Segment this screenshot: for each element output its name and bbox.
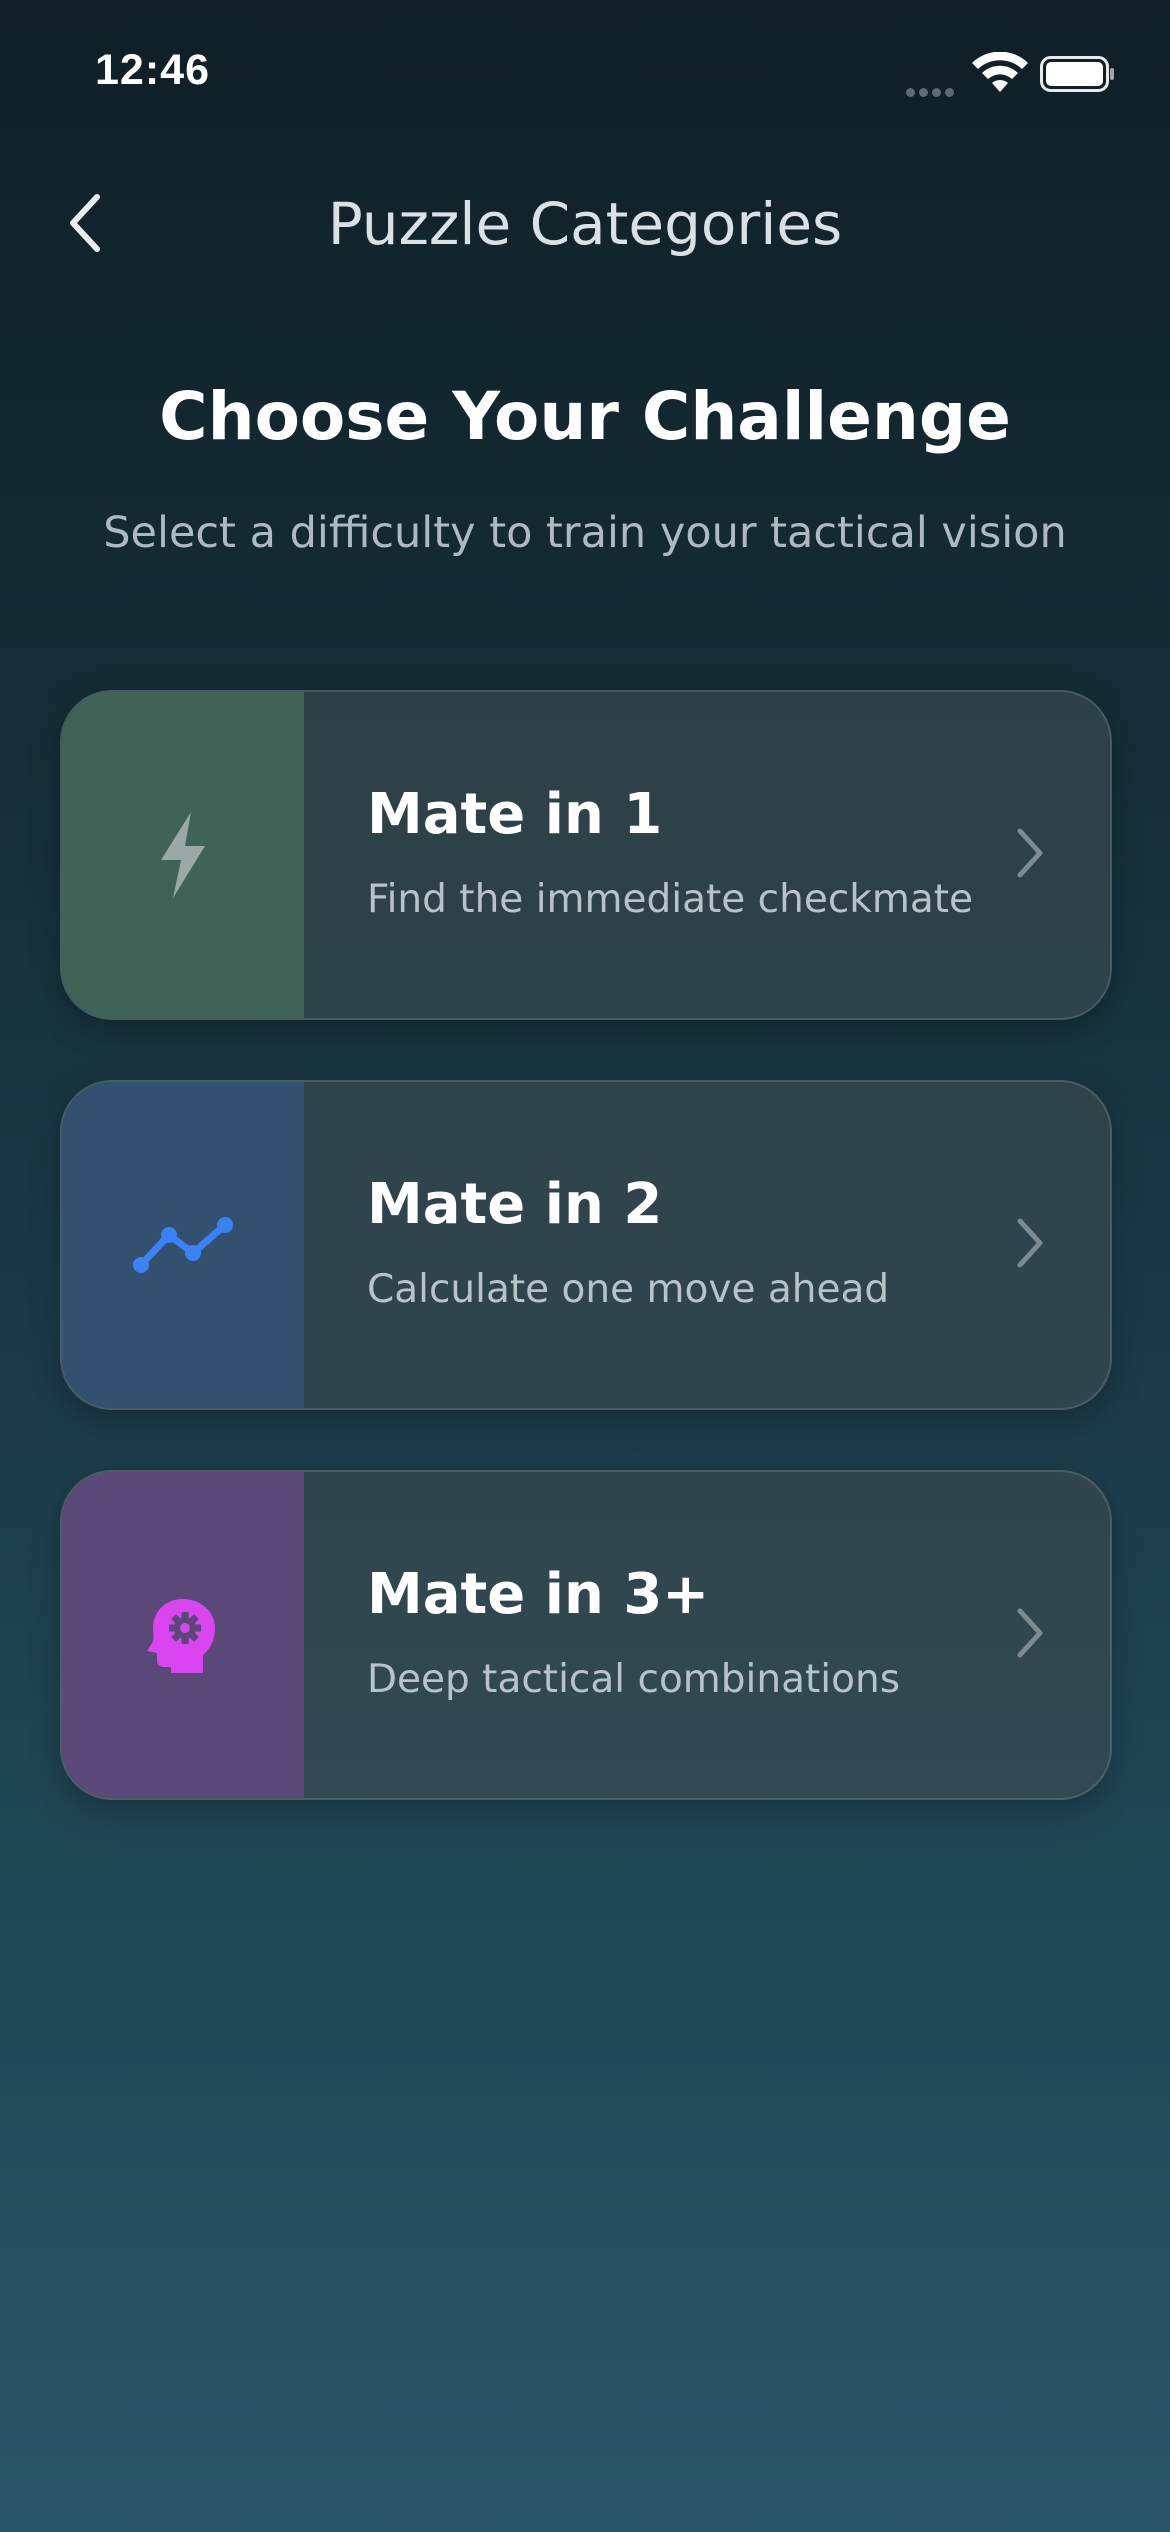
trend-line-icon [133,1217,233,1273]
card-subtitle: Find the immediate checkmate [367,877,974,922]
category-card-mate-in-1[interactable]: Mate in 1 Find the immediate checkmate [60,690,1112,1020]
card-icon-panel [62,692,304,1018]
status-bar: 12:46 [0,0,1170,150]
card-subtitle: Deep tactical combinations [367,1657,901,1702]
chevron-right-icon [1017,1218,1043,1268]
battery-icon [1040,56,1114,92]
chevron-right-icon [1017,1608,1043,1658]
card-title: Mate in 1 [367,782,663,847]
card-title: Mate in 2 [367,1172,663,1237]
navigation-bar: Puzzle Categories [0,170,1170,280]
status-time: 12:46 [95,46,210,94]
lightning-icon [161,812,205,898]
card-icon-panel [62,1082,304,1408]
card-title: Mate in 3+ [367,1562,710,1627]
cellular-signal-icon [906,82,960,97]
card-subtitle: Calculate one move ahead [367,1267,890,1312]
wifi-icon [972,52,1028,92]
category-card-mate-in-3-plus[interactable]: Mate in 3+ Deep tactical combinations [60,1470,1112,1800]
page-title: Puzzle Categories [327,190,843,258]
card-icon-panel [62,1472,304,1798]
chevron-right-icon [1017,828,1043,878]
brain-gear-icon [147,1599,215,1673]
hero-title: Choose Your Challenge [159,378,1011,455]
hero-subtitle: Select a difficulty to train your tactic… [103,508,1067,558]
category-card-mate-in-2[interactable]: Mate in 2 Calculate one move ahead [60,1080,1112,1410]
